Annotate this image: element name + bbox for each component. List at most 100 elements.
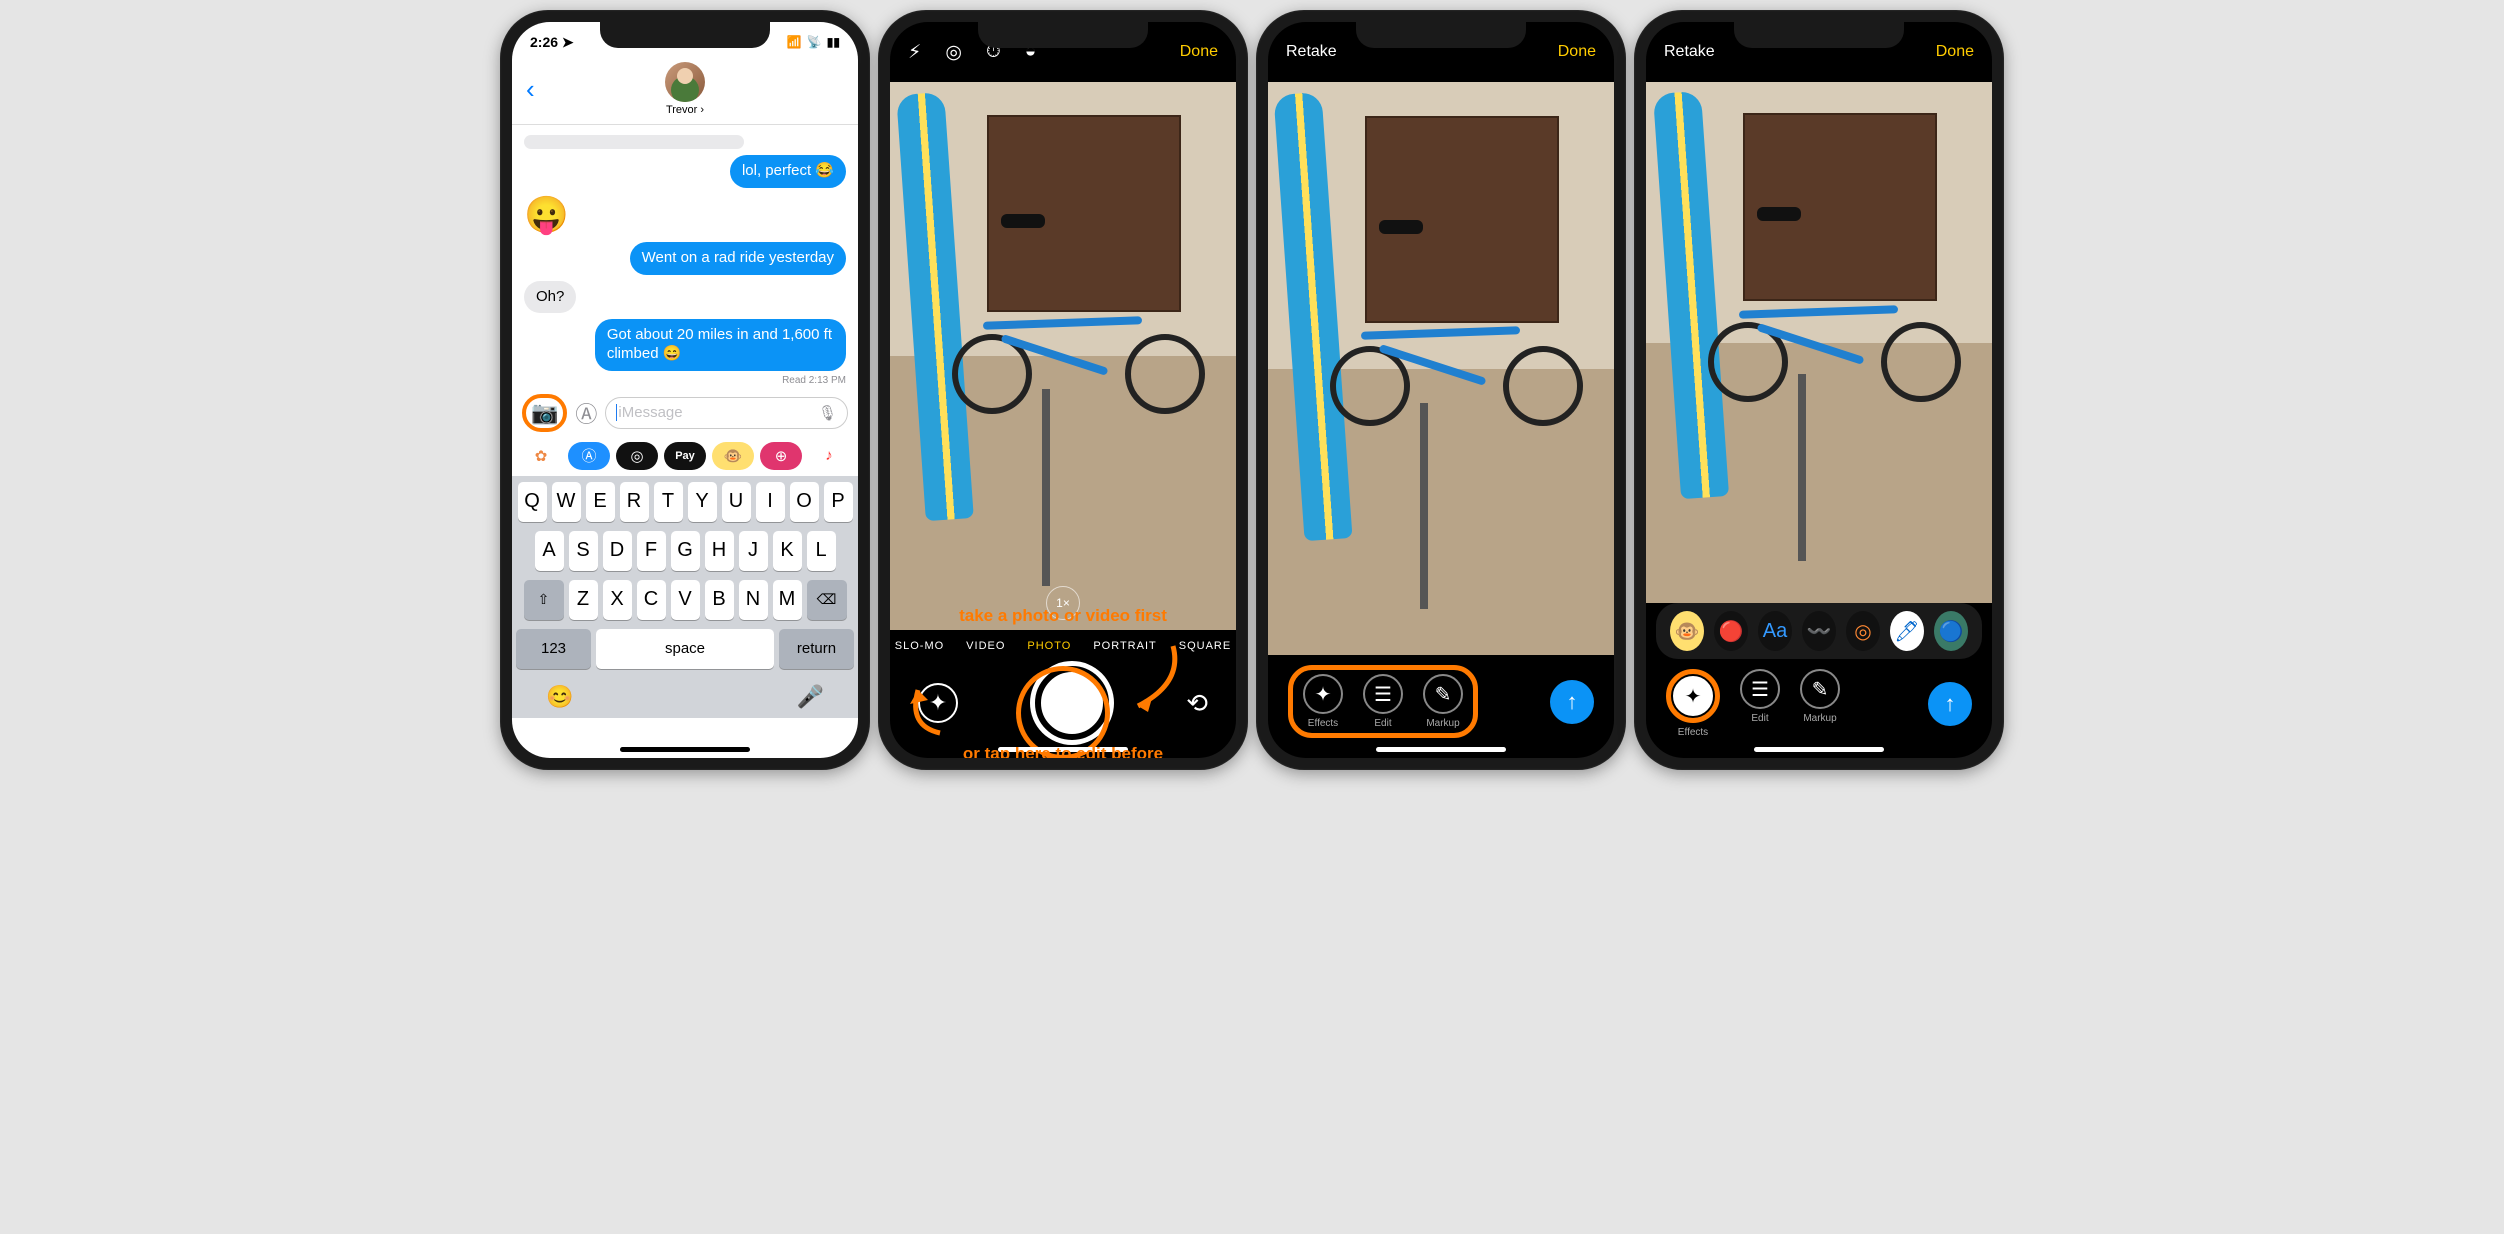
fx-filters[interactable]: 🔴 <box>1714 611 1748 651</box>
markup-icon: ✎ <box>1800 669 1840 709</box>
camera-highlight: 📷 <box>522 394 567 432</box>
animoji-app-icon[interactable]: 🐵 <box>724 447 743 465</box>
emoji-keyboard-icon[interactable]: 😊 <box>546 684 573 710</box>
send-button[interactable]: ↑ <box>1928 682 1972 726</box>
key-p[interactable]: P <box>824 482 853 522</box>
fx-more[interactable]: 🔵 <box>1934 611 1968 651</box>
message-input[interactable]: iMessage 🎙 <box>605 397 848 429</box>
key-a[interactable]: A <box>535 531 564 571</box>
mode-photo[interactable]: PHOTO <box>1027 640 1071 652</box>
keyboard[interactable]: QW ER TY UI OP AS DF GH JK L ⇧ ZX CV BN … <box>512 476 858 718</box>
camera-modes[interactable]: SLO-MO VIDEO PHOTO PORTRAIT SQUARE <box>890 630 1236 660</box>
mode-slomo[interactable]: SLO-MO <box>895 640 944 652</box>
camera-icon[interactable]: 📷 <box>531 400 558 425</box>
key-r[interactable]: R <box>620 482 649 522</box>
tools-highlight: ✦ Effects ☰ Edit ✎ Markup <box>1288 665 1478 738</box>
read-receipt: Read 2:13 PM <box>782 375 846 386</box>
effects-tool[interactable]: ✦ Effects <box>1303 674 1343 729</box>
key-w[interactable]: W <box>552 482 581 522</box>
edit-icon: ☰ <box>1363 674 1403 714</box>
fx-animoji[interactable]: 🐵 <box>1670 611 1704 651</box>
contact-header[interactable]: Trevor › <box>665 62 705 116</box>
key-m[interactable]: M <box>773 580 802 620</box>
key-y[interactable]: Y <box>688 482 717 522</box>
effects-tool[interactable]: ✦ Effects <box>1666 669 1720 738</box>
effects-strip: 🐵 🔴 Aa 〰️ ◎ 🖊 🔵 <box>1656 603 1982 659</box>
store-app-icon[interactable]: Ⓐ <box>581 445 596 466</box>
photos-app-icon[interactable]: ✿ <box>535 447 548 465</box>
fx-stickers[interactable]: 🖊 <box>1890 611 1924 651</box>
contact-name: Trevor › <box>665 104 705 116</box>
home-indicator[interactable] <box>1754 747 1884 752</box>
key-v[interactable]: V <box>671 580 700 620</box>
home-indicator[interactable] <box>1376 747 1506 752</box>
key-b[interactable]: B <box>705 580 734 620</box>
app-store-icon[interactable]: Ⓐ <box>575 397 597 429</box>
messages-header: ‹ Trevor › <box>512 62 858 125</box>
key-l[interactable]: L <box>807 531 836 571</box>
key-q[interactable]: Q <box>518 482 547 522</box>
shift-key[interactable]: ⇧ <box>524 580 564 620</box>
key-k[interactable]: K <box>773 531 802 571</box>
key-n[interactable]: N <box>739 580 768 620</box>
mode-square[interactable]: SQUARE <box>1179 640 1231 652</box>
return-key[interactable]: return <box>779 629 854 669</box>
markup-tool[interactable]: ✎ Markup <box>1423 674 1463 729</box>
music-app-icon[interactable]: ♪ <box>825 447 833 464</box>
back-button[interactable]: ‹ <box>526 74 535 105</box>
home-indicator[interactable] <box>620 747 750 752</box>
key-d[interactable]: D <box>603 531 632 571</box>
markup-tool[interactable]: ✎ Markup <box>1800 669 1840 738</box>
key-f[interactable]: F <box>637 531 666 571</box>
app-strip[interactable]: ✿ Ⓐ ◎ Pay 🐵 ⊕ ♪ <box>512 436 858 476</box>
live-photo-icon[interactable]: ◎ <box>945 41 962 64</box>
dictation-icon[interactable]: 🎤 <box>797 684 824 710</box>
fx-text[interactable]: Aa <box>1758 611 1792 651</box>
apple-pay-app-icon[interactable]: Pay <box>675 450 695 462</box>
key-s[interactable]: S <box>569 531 598 571</box>
home-indicator[interactable] <box>998 747 1128 752</box>
emoji-message: 😛 <box>524 194 569 236</box>
zoom-level[interactable]: 1× <box>1046 586 1080 620</box>
retake-button[interactable]: Retake <box>1664 43 1715 61</box>
activity-app-icon[interactable]: ◎ <box>630 447 643 465</box>
mode-portrait[interactable]: PORTRAIT <box>1093 640 1156 652</box>
key-t[interactable]: T <box>654 482 683 522</box>
delete-key[interactable]: ⌫ <box>807 580 847 620</box>
status-icons: 📶📡▮▮ <box>787 35 840 49</box>
mic-icon[interactable]: 🎙 <box>818 404 837 422</box>
fx-shapes[interactable]: 〰️ <box>1802 611 1836 651</box>
key-c[interactable]: C <box>637 580 666 620</box>
avatar <box>665 62 705 102</box>
effects-button[interactable]: ✦ <box>918 683 958 723</box>
key-j[interactable]: J <box>739 531 768 571</box>
message-outgoing: Got about 20 miles in and 1,600 ft climb… <box>595 319 846 371</box>
key-e[interactable]: E <box>586 482 615 522</box>
edit-tool[interactable]: ☰ Edit <box>1363 674 1403 729</box>
flash-icon[interactable]: ⚡︎ <box>908 41 921 64</box>
space-key[interactable]: space <box>596 629 774 669</box>
tool-row: ✦ Effects ☰ Edit ✎ Markup ↑ <box>1646 659 1992 758</box>
switch-camera-icon[interactable]: ⟲ <box>1186 688 1208 719</box>
edit-icon: ☰ <box>1740 669 1780 709</box>
done-button[interactable]: Done <box>1936 43 1974 61</box>
key-g[interactable]: G <box>671 531 700 571</box>
done-button[interactable]: Done <box>1180 43 1218 61</box>
done-button[interactable]: Done <box>1558 43 1596 61</box>
key-x[interactable]: X <box>603 580 632 620</box>
key-h[interactable]: H <box>705 531 734 571</box>
effects-icon: ✦ <box>1303 674 1343 714</box>
key-u[interactable]: U <box>722 482 751 522</box>
numeric-key[interactable]: 123 <box>516 629 591 669</box>
key-o[interactable]: O <box>790 482 819 522</box>
fx-activity[interactable]: ◎ <box>1846 611 1880 651</box>
send-button[interactable]: ↑ <box>1550 680 1594 724</box>
edit-tool[interactable]: ☰ Edit <box>1740 669 1780 738</box>
effects-icon: ✦ <box>1673 676 1713 716</box>
tool-row: ✦ Effects ☰ Edit ✎ Markup ↑ <box>1268 655 1614 758</box>
key-z[interactable]: Z <box>569 580 598 620</box>
retake-button[interactable]: Retake <box>1286 43 1337 61</box>
mode-video[interactable]: VIDEO <box>966 640 1005 652</box>
key-i[interactable]: I <box>756 482 785 522</box>
digital-touch-app-icon[interactable]: ⊕ <box>775 447 788 465</box>
